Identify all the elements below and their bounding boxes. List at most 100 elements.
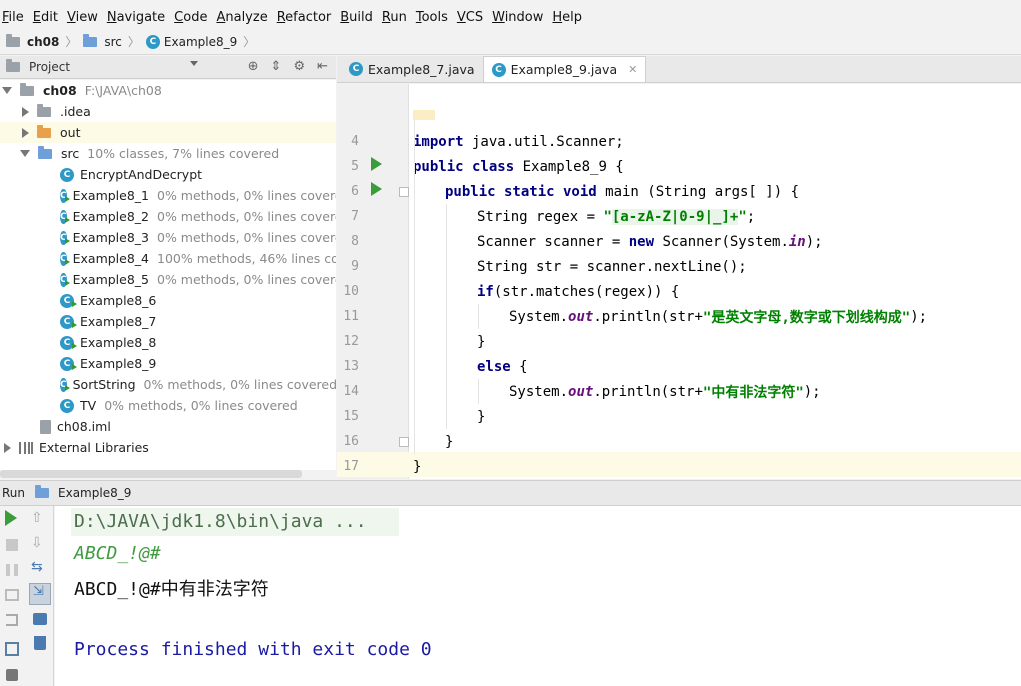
collapsed-arrow-icon[interactable]	[22, 127, 29, 138]
print-icon[interactable]	[31, 610, 49, 628]
stop-icon[interactable]	[3, 536, 21, 554]
run-config-tab[interactable]: Example8_9	[58, 486, 131, 500]
menu-window[interactable]: Window	[492, 10, 543, 25]
menu-help[interactable]: Help	[552, 10, 582, 25]
exit-icon[interactable]	[3, 611, 21, 629]
soft-wrap-icon[interactable]: ⇆	[31, 559, 49, 577]
tree-item-class[interactable]: C Example8_2 0% methods, 0% lines covere…	[0, 206, 336, 227]
collapsed-arrow-icon[interactable]	[22, 106, 29, 117]
project-panel-title[interactable]: Project	[29, 60, 70, 74]
menu-vcs[interactable]: VCS	[457, 10, 483, 25]
close-icon[interactable]: ✕	[628, 63, 637, 76]
line-number: 10	[343, 284, 359, 299]
tree-item-idea[interactable]: .idea	[0, 101, 336, 122]
arrow-up-icon[interactable]: ⇧	[31, 510, 49, 528]
tree-item-class[interactable]: C Example8_1 0% methods, 0% lines covere…	[0, 185, 336, 206]
menu-tools[interactable]: Tools	[416, 10, 448, 25]
run-tool-label[interactable]: Run	[2, 486, 25, 500]
tree-item-class[interactable]: C Example8_8	[0, 332, 336, 353]
trash-icon[interactable]	[31, 634, 49, 652]
runnable-class-icon: C	[60, 251, 70, 266]
project-tree: ch08 F:\JAVA\ch08 .idea out src 10% clas…	[0, 80, 336, 470]
code-line-14: System. out .println(str+ "中有非法字符");	[509, 383, 821, 401]
pin-icon[interactable]	[3, 666, 21, 684]
class-icon: C	[349, 62, 363, 76]
arrow-down-icon[interactable]: ⇩	[31, 535, 49, 553]
code-editor[interactable]: import java.util.Scanner; public class E…	[409, 84, 1021, 479]
line-number: 13	[343, 359, 359, 374]
breadcrumb-ch08[interactable]: ch08	[27, 35, 59, 49]
run-gutter-icon[interactable]	[371, 182, 382, 196]
gear-icon[interactable]: ⚙	[293, 59, 305, 74]
menu-analyze[interactable]: Analyze	[216, 10, 267, 25]
chevron-right-icon: 〉	[65, 35, 78, 49]
tree-item-class[interactable]: C Example8_9	[0, 353, 336, 374]
line-number: 14	[343, 384, 359, 399]
indent-guide	[478, 379, 479, 404]
menu-file[interactable]: File	[2, 10, 24, 25]
tree-item-class[interactable]: C Example8_3 0% methods, 0% lines covere…	[0, 227, 336, 248]
collapsed-arrow-icon[interactable]	[4, 442, 11, 453]
chevron-down-icon[interactable]	[190, 61, 198, 66]
tree-item-ch08[interactable]: ch08 F:\JAVA\ch08	[0, 80, 336, 101]
tree-item-class[interactable]: C SortString 0% methods, 0% lines covere…	[0, 374, 336, 395]
scroll-to-end-icon[interactable]: ⇲	[29, 583, 51, 605]
layout-icon[interactable]	[3, 640, 21, 658]
menu-edit[interactable]: Edit	[33, 10, 58, 25]
tree-item-out[interactable]: out	[0, 122, 336, 143]
line-number: 12	[343, 334, 359, 349]
collapse-icon[interactable]: ⇕	[271, 59, 282, 74]
menu-refactor[interactable]: Refactor	[277, 10, 332, 25]
line-number: 11	[343, 309, 359, 324]
source-folder-icon	[38, 145, 52, 159]
fold-icon[interactable]	[399, 437, 409, 447]
tree-item-src[interactable]: src 10% classes, 7% lines covered	[0, 143, 336, 164]
menu-build[interactable]: Build	[340, 10, 373, 25]
chevron-right-icon: 〉	[127, 35, 140, 49]
tree-item-class[interactable]: C EncryptAndDecrypt	[0, 164, 336, 185]
indent-guide	[478, 304, 479, 329]
folded-marker[interactable]	[413, 110, 435, 120]
class-icon: C	[491, 62, 506, 77]
tree-item-iml[interactable]: ch08.iml	[0, 416, 336, 437]
console-user-input: ABCD_!@#	[74, 543, 161, 564]
menu-code[interactable]: Code	[174, 10, 207, 25]
fold-icon[interactable]	[399, 187, 409, 197]
chevron-right-icon: 〉	[243, 35, 256, 49]
menu-view[interactable]: View	[67, 10, 98, 25]
code-line-9: String str = scanner.nextLine();	[477, 258, 747, 275]
runnable-class-icon: C	[60, 335, 77, 350]
tree-item-class[interactable]: C Example8_6	[0, 290, 336, 311]
hide-panel-icon[interactable]: ⇤	[317, 59, 328, 74]
breadcrumb-src[interactable]: src	[104, 35, 122, 49]
console-output[interactable]: D:\JAVA\jdk1.8\bin\java ... ABCD_!@# ABC…	[55, 506, 1021, 686]
current-line-highlight	[409, 452, 1021, 477]
class-icon: C	[60, 167, 74, 182]
line-number: 15	[343, 409, 359, 424]
tree-item-class[interactable]: C Example8_7	[0, 311, 336, 332]
expand-arrow-icon[interactable]	[20, 150, 30, 157]
dump-threads-icon[interactable]	[3, 586, 21, 604]
runnable-class-icon: C	[60, 230, 70, 245]
code-line-7: String regex = " [a-zA-Z|0-9|_]+ ";	[477, 208, 756, 225]
line-number: 8	[351, 234, 359, 249]
tab-example8-9[interactable]: C Example8_9.java ✕	[482, 56, 647, 82]
pause-icon[interactable]	[3, 561, 21, 579]
run-gutter-icon[interactable]	[371, 157, 382, 171]
line-number: 5	[351, 159, 359, 174]
menu-run[interactable]: Run	[382, 10, 407, 25]
menu-navigate[interactable]: Navigate	[107, 10, 165, 25]
expand-arrow-icon[interactable]	[2, 87, 12, 94]
locate-icon[interactable]: ⊕	[248, 59, 259, 74]
tree-item-class[interactable]: C Example8_5 0% methods, 0% lines covere…	[0, 269, 336, 290]
line-number: 17	[343, 459, 359, 474]
tab-example8-7[interactable]: C Example8_7.java	[341, 56, 483, 82]
breadcrumb-class[interactable]: Example8_9	[164, 35, 237, 49]
indent-guide	[414, 119, 415, 454]
rerun-icon[interactable]	[3, 510, 21, 528]
tree-item-external-libraries[interactable]: External Libraries	[0, 437, 336, 458]
tree-item-class[interactable]: C Example8_4 100% methods, 46% lines cov…	[0, 248, 336, 269]
line-number: 4	[351, 134, 359, 149]
tree-item-class[interactable]: C TV 0% methods, 0% lines covered	[0, 395, 336, 416]
horizontal-scrollbar[interactable]	[0, 470, 302, 478]
